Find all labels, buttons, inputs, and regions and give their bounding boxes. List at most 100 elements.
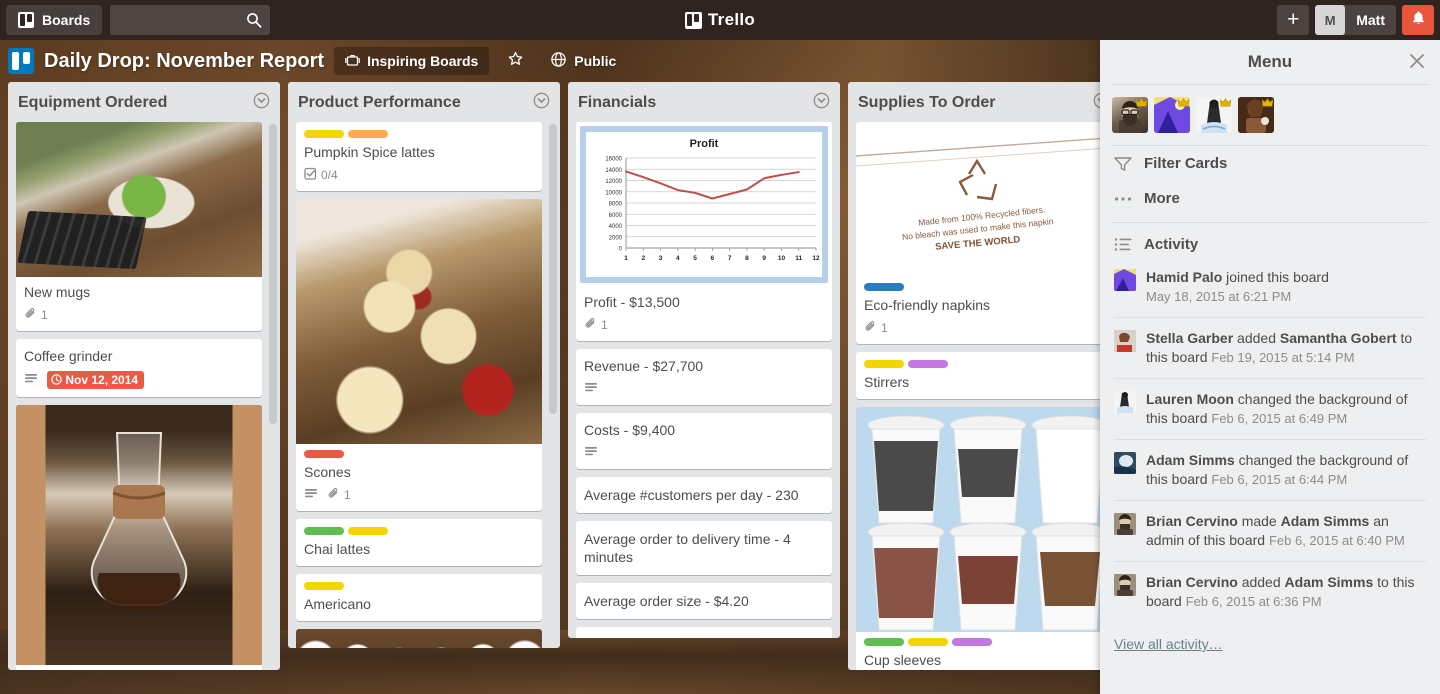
list-scrollbar[interactable]	[269, 124, 277, 424]
activity-feed[interactable]: Hamid Palo joined this board May 18, 201…	[1100, 257, 1440, 694]
avatar[interactable]	[1114, 452, 1136, 474]
activity-text: Lauren Moon changed the background of th…	[1146, 390, 1426, 428]
card-profit[interactable]: Profit 0 2000 4000 6000 8000 10000 12000 14000 1…	[576, 122, 832, 341]
page-title: Daily Drop: November Report	[44, 49, 325, 72]
activity-item: Lauren Moon changed the background of th…	[1114, 379, 1426, 440]
card-stirrers[interactable]: Stirrers	[856, 352, 1100, 399]
card-tea-assortment[interactable]	[296, 629, 542, 648]
description-icon	[584, 445, 598, 461]
avatar[interactable]	[1114, 574, 1136, 596]
card-scones[interactable]: Scones 1	[296, 199, 542, 511]
list-supplies-to-order: Supplies To Order Made from 100% Recycle…	[848, 82, 1100, 670]
list-cards[interactable]: Pumpkin Spice lattes 0/4 Scones 1 Chai l…	[288, 122, 560, 648]
avatar[interactable]	[1196, 97, 1232, 133]
boards-button-label: Boards	[42, 12, 91, 28]
avatar[interactable]	[1114, 391, 1136, 413]
list-cards[interactable]: New mugs 1 Coffee grinder Nov 12, 2014	[8, 122, 280, 670]
avatar[interactable]	[1114, 513, 1136, 535]
star-board-button[interactable]	[499, 47, 532, 75]
close-icon[interactable]	[1408, 52, 1426, 74]
search-box[interactable]	[110, 5, 271, 35]
card-title: Average #customers per day - 230	[584, 487, 799, 503]
profit-chart-frame: Profit 0 2000 4000 6000 8000 10000 12000 14000 1…	[580, 126, 828, 283]
svg-text:6000: 6000	[609, 213, 623, 219]
card-chemex[interactable]: Chemex	[16, 405, 262, 670]
card-title: Profit - $13,500	[584, 294, 680, 310]
more-button[interactable]: More	[1100, 181, 1440, 216]
card-chai-lattes[interactable]: Chai lattes	[296, 519, 542, 566]
list-cards[interactable]: Profit 0 2000 4000 6000 8000 10000 12000 14000 1…	[568, 122, 840, 638]
label-chip[interactable]	[304, 582, 344, 590]
list-header: Supplies To Order	[848, 82, 1100, 122]
visibility-button[interactable]: Public	[542, 47, 624, 75]
label-chip[interactable]	[864, 638, 904, 646]
boards-button[interactable]: Boards	[6, 5, 103, 35]
member-menu-button[interactable]: M Matt	[1315, 5, 1396, 35]
label-chip[interactable]	[304, 527, 344, 535]
card-cup-sleeves[interactable]: Cup sleeves	[856, 407, 1100, 670]
more-label: More	[1144, 190, 1180, 207]
chart-plot-area: 02000400060008000100001200014000160001 2 3…	[605, 157, 820, 262]
avatar[interactable]	[1114, 330, 1136, 352]
label-chip[interactable]	[908, 360, 948, 368]
attachment-count: 1	[344, 488, 351, 502]
chevron-down-icon[interactable]	[1093, 92, 1100, 114]
label-chip[interactable]	[908, 638, 948, 646]
card-americano[interactable]: Americano	[296, 574, 542, 621]
list-scrollbar[interactable]	[549, 124, 557, 414]
svg-text:2000: 2000	[609, 235, 623, 241]
organization-button[interactable]: Inspiring Boards	[334, 47, 490, 75]
svg-text:8: 8	[745, 255, 749, 262]
list-equipment-ordered: Equipment Ordered New mugs 1 Coffee grin…	[8, 82, 280, 670]
label-chip[interactable]	[952, 638, 992, 646]
card-gross-margin[interactable]: Gross margin - 68%	[576, 627, 832, 638]
list-cards[interactable]: Made from 100% Recycled fibers. No bleac…	[848, 122, 1100, 670]
card-title: Stirrers	[864, 374, 910, 390]
card-costs[interactable]: Costs - $9,400	[576, 413, 832, 469]
label-chip[interactable]	[864, 283, 904, 291]
activity-time: May 18, 2015 at 6:21 PM	[1146, 289, 1292, 304]
checklist-count: 0/4	[321, 168, 338, 182]
activity-list-icon	[1114, 237, 1132, 252]
top-navigation-bar: Boards Trello + M Matt	[0, 0, 1440, 40]
chevron-down-icon[interactable]	[253, 92, 272, 114]
card-badges	[584, 445, 824, 461]
attachment-badge: 1	[584, 317, 608, 333]
card-revenue[interactable]: Revenue - $27,700	[576, 349, 832, 405]
avatar[interactable]	[1238, 97, 1274, 133]
svg-text:14000: 14000	[605, 168, 622, 174]
card-average-delivery-time[interactable]: Average order to delivery time - 4 minut…	[576, 521, 832, 575]
due-date-badge[interactable]: Nov 12, 2014	[47, 371, 145, 389]
chemex-illustration	[90, 432, 188, 610]
notifications-button[interactable]	[1402, 5, 1434, 35]
card-coffee-grinder[interactable]: Coffee grinder Nov 12, 2014	[16, 339, 262, 397]
lists-container[interactable]: Equipment Ordered New mugs 1 Coffee grin…	[0, 82, 1100, 694]
label-chip[interactable]	[304, 130, 344, 138]
plus-icon: +	[1287, 8, 1300, 31]
list-title: Equipment Ordered	[18, 94, 168, 111]
label-chip[interactable]	[864, 360, 904, 368]
card-average-customers[interactable]: Average #customers per day - 230	[576, 477, 832, 513]
card-pumpkin-spice-lattes[interactable]: Pumpkin Spice lattes 0/4	[296, 122, 542, 191]
chevron-down-icon[interactable]	[533, 92, 552, 114]
card-average-order-size[interactable]: Average order size - $4.20	[576, 583, 832, 619]
card-eco-friendly-napkins[interactable]: Made from 100% Recycled fibers. No bleac…	[856, 122, 1100, 344]
chevron-down-icon[interactable]	[813, 92, 832, 114]
card-new-mugs[interactable]: New mugs 1	[16, 122, 262, 331]
paperclip-icon	[24, 307, 37, 323]
svg-text:7: 7	[728, 255, 732, 262]
description-icon	[304, 487, 318, 503]
avatar[interactable]	[1154, 97, 1190, 133]
activity-item: Adam Simms changed the background of thi…	[1114, 440, 1426, 501]
avatar[interactable]	[1114, 269, 1136, 291]
label-chip[interactable]	[348, 527, 388, 535]
filter-cards-button[interactable]: Filter Cards	[1100, 146, 1440, 181]
label-chip[interactable]	[304, 450, 344, 458]
avatar[interactable]	[1112, 97, 1148, 133]
view-all-activity-link[interactable]: View all activity…	[1114, 622, 1223, 658]
list-financials: Financials Profit 0 2000 4000 6000 8000 10000…	[568, 82, 840, 638]
list-header: Financials	[568, 82, 840, 122]
due-date-text: Nov 12, 2014	[65, 373, 139, 387]
add-button[interactable]: +	[1277, 5, 1310, 35]
label-chip[interactable]	[348, 130, 388, 138]
